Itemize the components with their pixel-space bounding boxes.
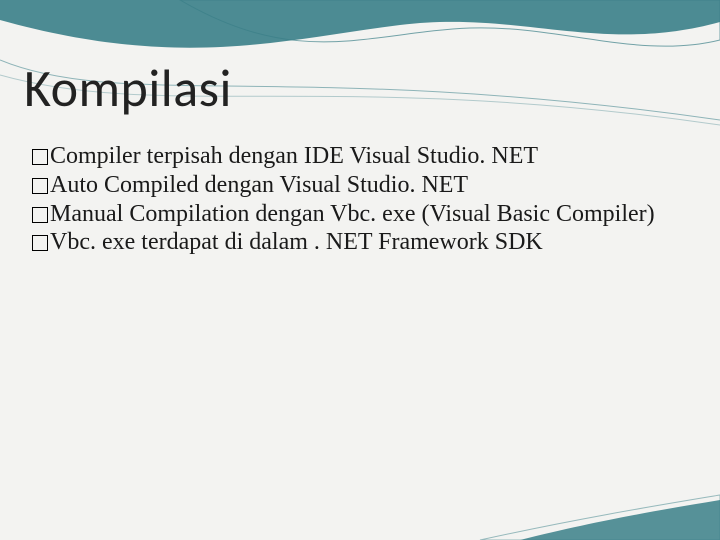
bullet-text: Manual Compilation dengan Vbc. exe (Visu… bbox=[50, 200, 682, 229]
slide-title: Kompilasi bbox=[24, 56, 232, 120]
bullet-box-icon bbox=[32, 149, 48, 165]
bullet-item: Manual Compilation dengan Vbc. exe (Visu… bbox=[32, 200, 682, 229]
bullet-text: Vbc. exe terdapat di dalam . NET Framewo… bbox=[50, 228, 682, 257]
bullet-box-icon bbox=[32, 235, 48, 251]
footer-swoosh bbox=[0, 490, 720, 540]
bullet-box-icon bbox=[32, 178, 48, 194]
footer-swoosh-svg bbox=[0, 490, 720, 540]
bullet-box-icon bbox=[32, 207, 48, 223]
bullet-item: Auto Compiled dengan Visual Studio. NET bbox=[32, 171, 682, 200]
bullet-text: Auto Compiled dengan Visual Studio. NET bbox=[50, 171, 682, 200]
bullet-item: Compiler terpisah dengan IDE Visual Stud… bbox=[32, 142, 682, 171]
bullet-item: Vbc. exe terdapat di dalam . NET Framewo… bbox=[32, 228, 682, 257]
slide-body: Compiler terpisah dengan IDE Visual Stud… bbox=[32, 142, 682, 257]
bullet-text: Compiler terpisah dengan IDE Visual Stud… bbox=[50, 142, 682, 171]
